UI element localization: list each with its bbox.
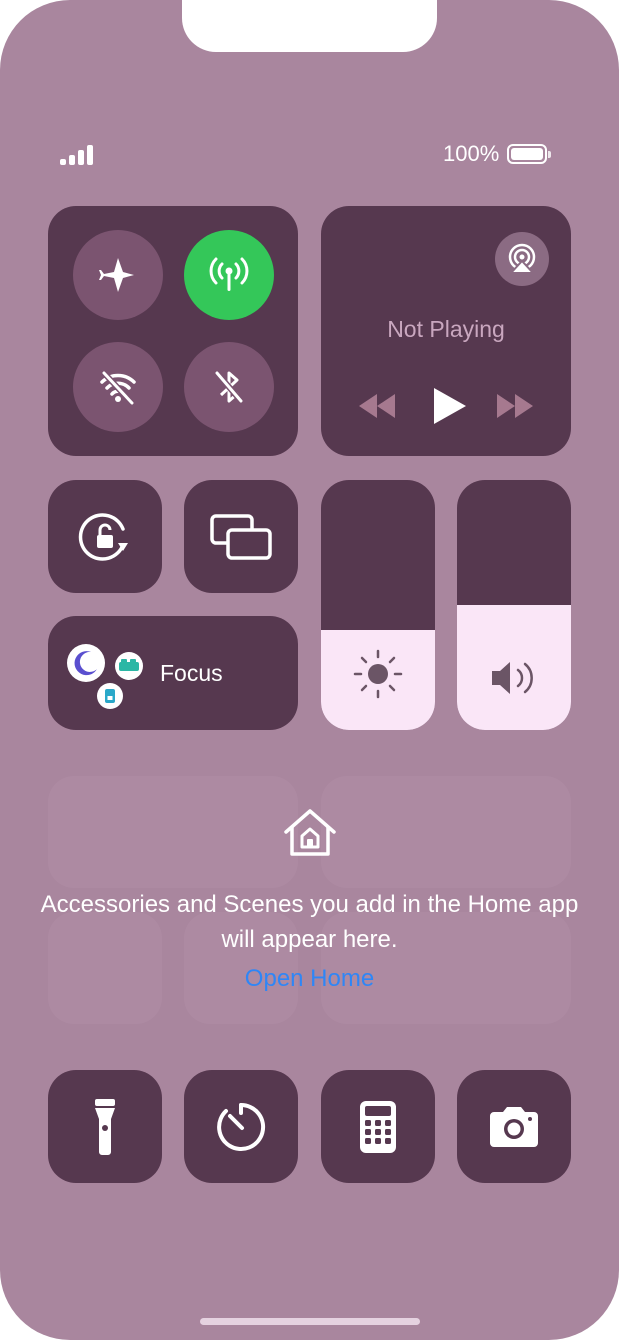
orientation-lock-button[interactable] [48, 480, 162, 593]
home-empty-message: Accessories and Scenes you add in the Ho… [40, 891, 579, 953]
cellular-data-toggle[interactable] [184, 230, 274, 320]
wifi-toggle[interactable] [73, 342, 163, 432]
now-playing-title: Not Playing [387, 316, 505, 342]
home-icon [284, 809, 336, 856]
volume-slider[interactable] [457, 480, 571, 730]
battery-percent: 100% [443, 141, 500, 166]
focus-icons [67, 644, 143, 709]
camera-button[interactable] [457, 1070, 571, 1183]
wifi-off-icon [100, 370, 136, 406]
timer-button[interactable] [184, 1070, 298, 1183]
calculator-icon [360, 1100, 396, 1153]
bluetooth-off-icon [214, 371, 244, 403]
sun-icon [353, 649, 403, 699]
camera-icon [490, 1106, 538, 1147]
bluetooth-toggle[interactable] [184, 342, 274, 432]
cellular-signal-icon [60, 145, 96, 165]
open-home-link[interactable]: Open Home [0, 965, 619, 993]
screen-mirroring-icon [210, 513, 272, 560]
play-icon[interactable] [429, 386, 469, 426]
notch [182, 0, 437, 52]
control-center: 100% Not Playing Focus Accessories and S… [0, 0, 619, 1340]
battery-status: 100% [443, 141, 552, 167]
airplay-button[interactable] [495, 232, 549, 286]
flashlight-icon [95, 1098, 115, 1155]
rewind-icon[interactable] [357, 392, 397, 420]
bed-icon [115, 652, 143, 680]
airplay-audio-icon [508, 243, 536, 274]
home-placeholder-tile [321, 776, 571, 888]
cellular-antenna-icon [209, 257, 249, 291]
home-indicator[interactable] [200, 1318, 420, 1325]
airplane-mode-toggle[interactable] [73, 230, 163, 320]
work-badge-icon [97, 683, 123, 709]
speaker-icon [492, 662, 533, 694]
home-placeholder-tile [48, 776, 298, 888]
screen-mirroring-button[interactable] [184, 480, 298, 593]
timer-icon [217, 1102, 266, 1151]
fast-forward-icon[interactable] [495, 392, 535, 420]
airplane-icon [99, 258, 134, 292]
flashlight-button[interactable] [48, 1070, 162, 1183]
brightness-slider[interactable] [321, 480, 435, 730]
focus-label: Focus [160, 660, 223, 686]
battery-full-icon [507, 144, 552, 164]
moon-icon [67, 644, 105, 682]
now-playing-tile[interactable]: Not Playing [321, 206, 571, 456]
calculator-button[interactable] [321, 1070, 435, 1183]
connectivity-tile [48, 206, 298, 456]
focus-button[interactable]: Focus [48, 616, 298, 730]
orientation-lock-icon [78, 512, 128, 561]
